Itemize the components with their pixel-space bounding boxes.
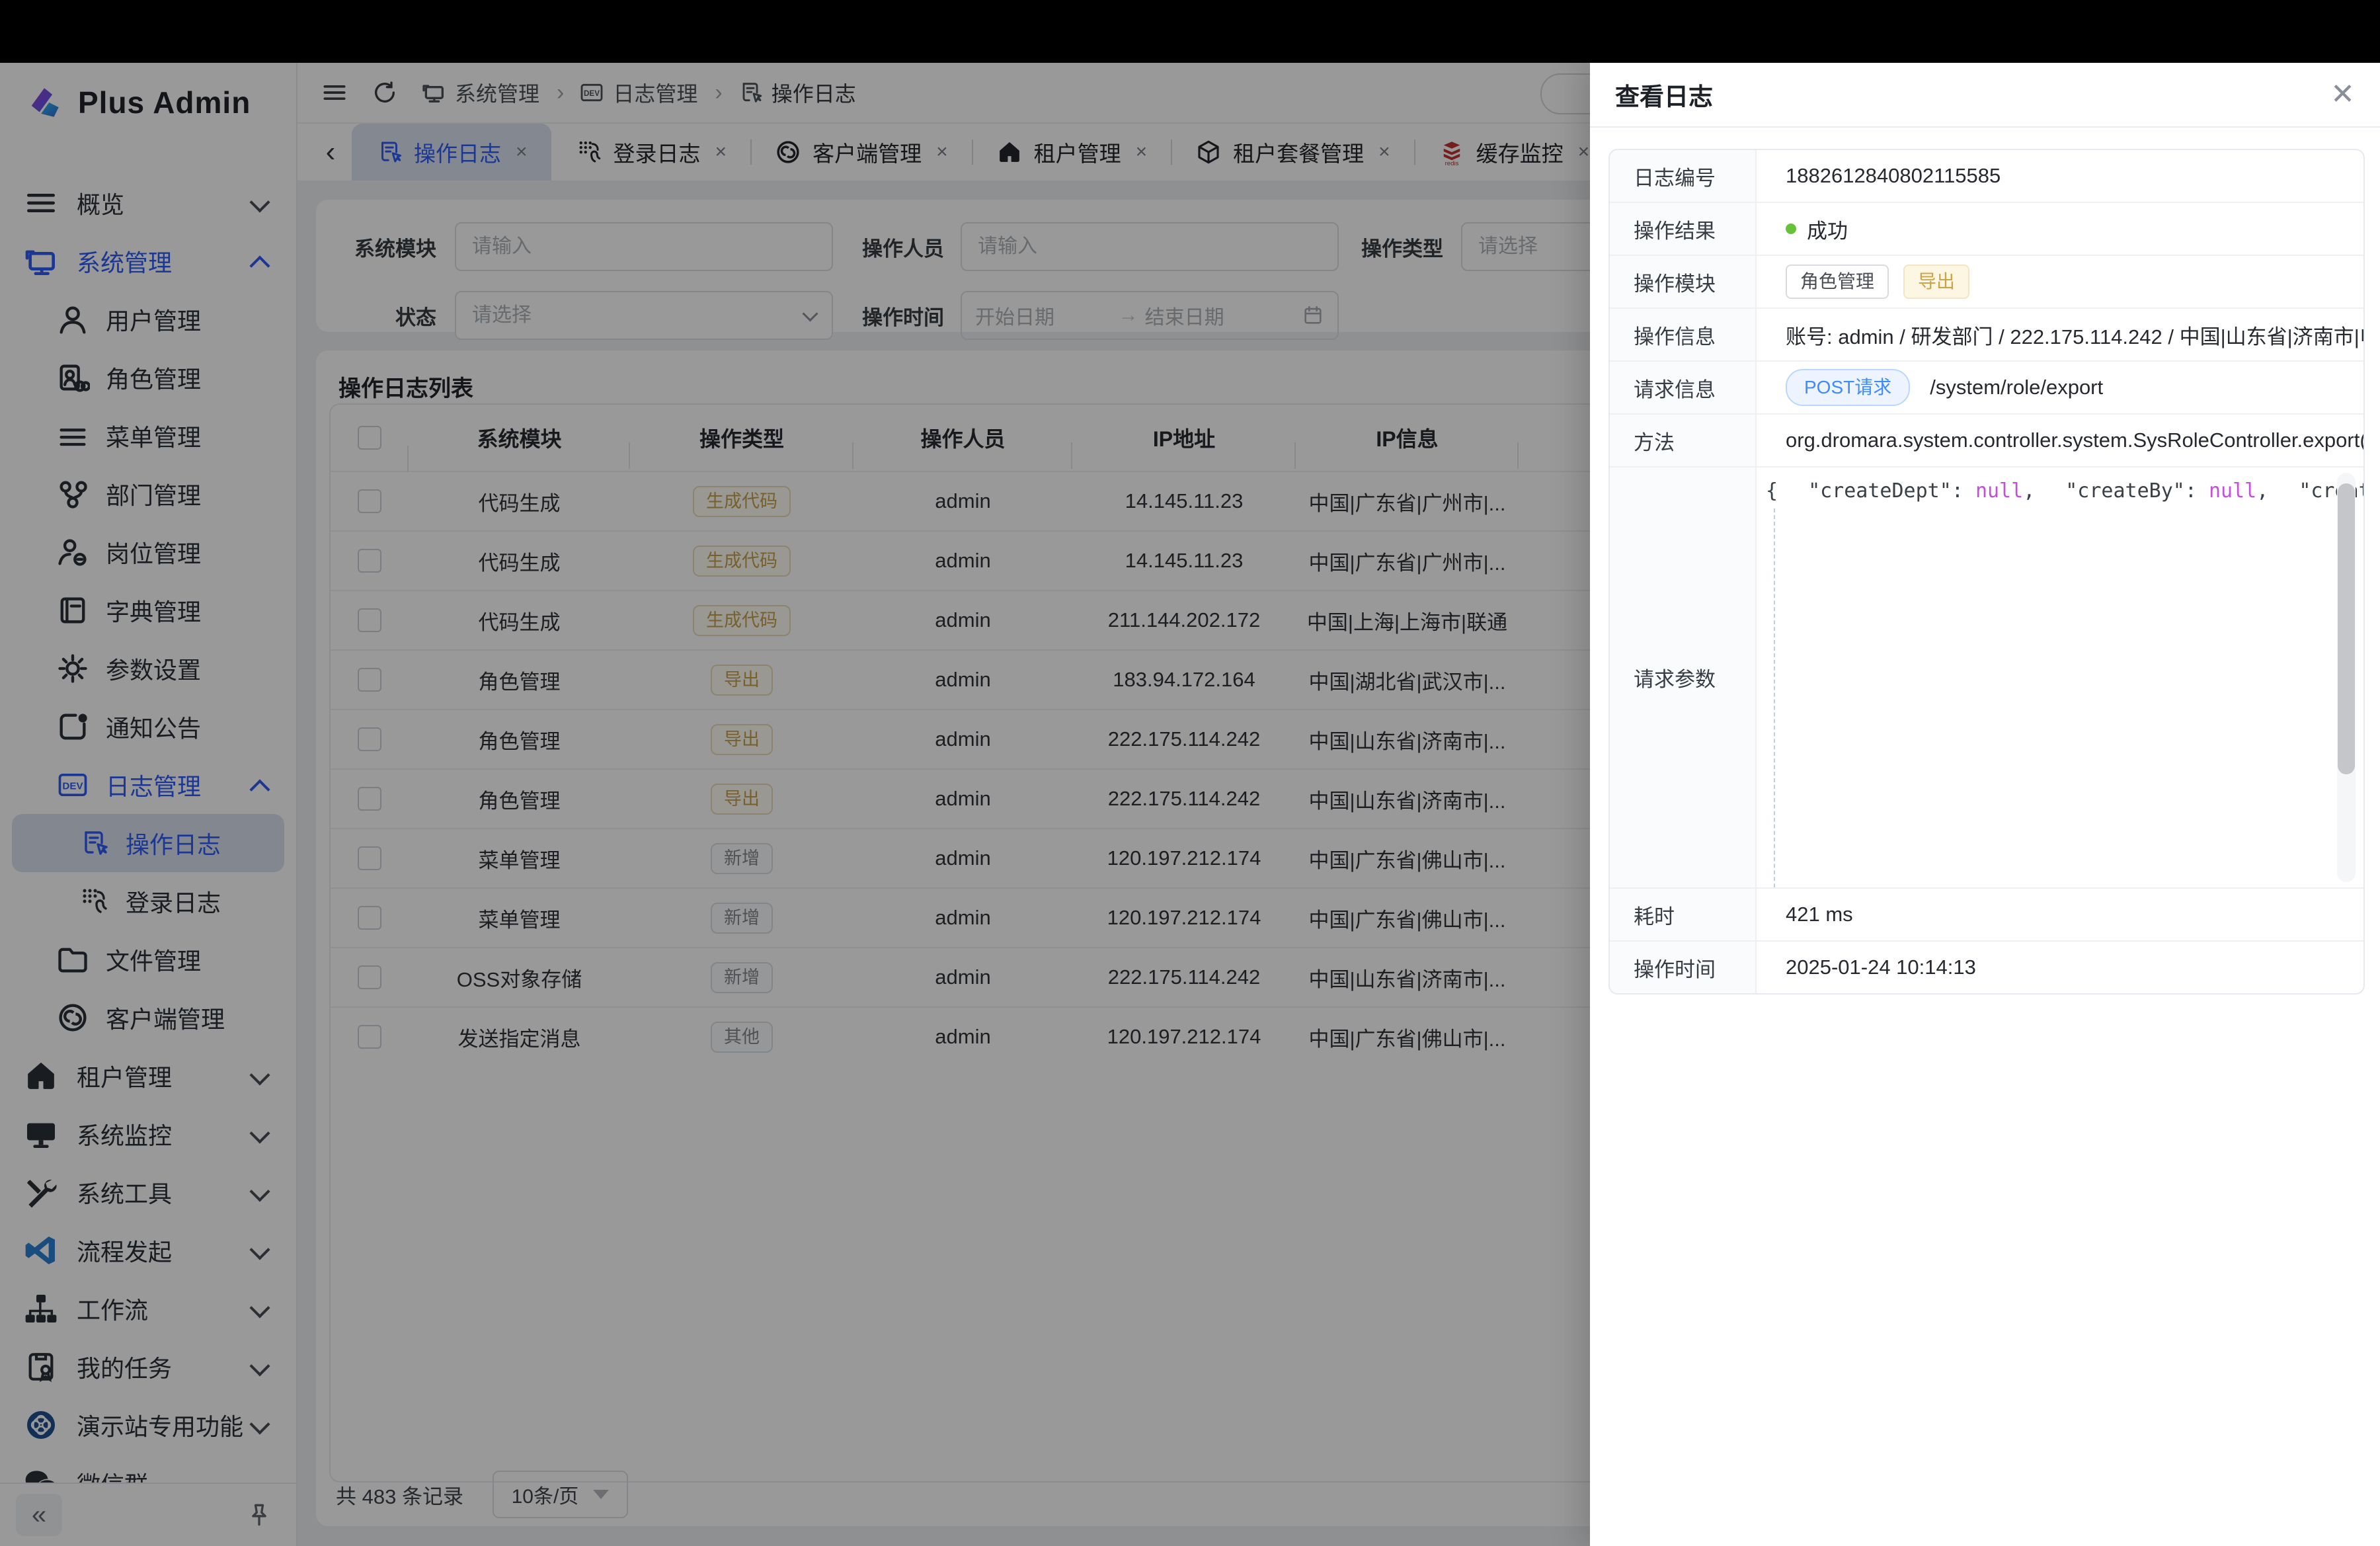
detail-row-info: 操作信息 账号: admin / 研发部门 / 222.175.114.242 …	[1610, 307, 2363, 360]
detail-row-request: 请求信息 POST请求 /system/role/export	[1610, 360, 2363, 413]
post-request-tag: POST请求	[1786, 369, 1910, 406]
drawer-title: 查看日志	[1615, 77, 2330, 112]
detail-row-op-time: 操作时间 2025-01-24 10:14:13	[1610, 940, 2363, 993]
detail-row-result: 操作结果 成功	[1610, 202, 2363, 255]
detail-row-params: 请求参数 {"createDept": null,"createBy": nul…	[1610, 466, 2363, 887]
success-dot-icon	[1786, 224, 1796, 234]
operation-type-tag: 导出	[1903, 264, 1969, 299]
detail-row-duration: 耗时 421 ms	[1610, 887, 2363, 940]
detail-row-method: 方法 org.dromara.system.controller.system.…	[1610, 413, 2363, 466]
result-text: 成功	[1807, 214, 1848, 244]
module-tag: 角色管理	[1786, 264, 1889, 299]
view-log-drawer: 查看日志 ✕ 日志编号 1882612840802115585 操作结果 成功 …	[1590, 63, 2380, 1546]
json-line: "createDept": null,	[1778, 479, 2035, 503]
request-params-code: {"createDept": null,"createBy": null,"cr…	[1757, 468, 2363, 887]
drawer-header: 查看日志 ✕	[1590, 63, 2380, 128]
close-icon[interactable]: ✕	[2330, 80, 2355, 109]
code-scrollbar[interactable]	[2337, 473, 2356, 882]
detail-row-module: 操作模块 角色管理 导出	[1610, 255, 2363, 307]
indent-guide	[1774, 509, 1775, 887]
detail-row-log-id: 日志编号 1882612840802115585	[1610, 150, 2363, 202]
request-url: /system/role/export	[1930, 376, 2103, 399]
code-scrollbar-thumb[interactable]	[2338, 483, 2355, 774]
log-detail-table: 日志编号 1882612840802115585 操作结果 成功 操作模块 角色…	[1608, 149, 2365, 995]
json-line: "createBy": null,	[2035, 479, 2268, 503]
